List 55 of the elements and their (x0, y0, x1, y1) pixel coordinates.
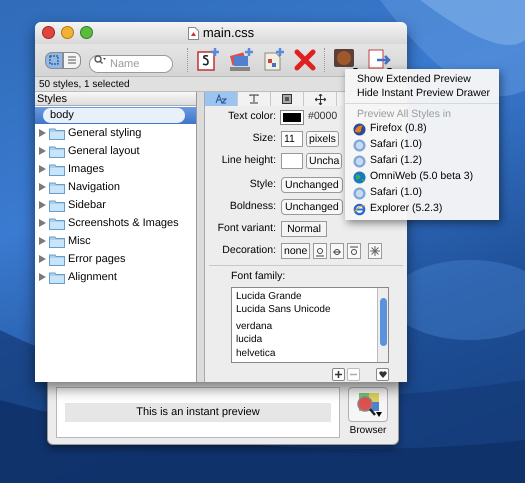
color-value: #0000 (308, 109, 338, 124)
field-label: Decoration: (221, 243, 277, 258)
field-label: Size: (252, 131, 277, 146)
style-item[interactable]: body (43, 108, 185, 123)
menu-item[interactable]: Safari (1.0) (345, 185, 499, 201)
folder-row[interactable]: Misc (35, 232, 196, 250)
folder-label: Sidebar (68, 198, 106, 213)
folder-row[interactable]: General layout (35, 142, 196, 160)
font-family-item[interactable]: helvetica (236, 346, 373, 360)
folder-label: Images (68, 162, 104, 177)
field-label: Boldness: (228, 199, 277, 214)
folder-label: Screenshots & Images (68, 216, 179, 231)
boldness-popup[interactable]: Unchanged (281, 199, 343, 215)
menu-item[interactable]: OmniWeb (5.0 beta 3) (345, 169, 499, 185)
folder-label: Misc (68, 234, 91, 249)
folder-label: Error pages (68, 252, 126, 267)
size-field[interactable]: 11 (281, 131, 303, 147)
font-family-item[interactable]: verdana (236, 320, 373, 334)
menu-item[interactable]: Hide Instant Preview Drawer (345, 86, 499, 100)
preview-text: This is an instant preview (65, 403, 331, 422)
browser-label: Browser (350, 424, 386, 438)
font-family-item[interactable]: Lucida Grande (236, 290, 373, 304)
field-label: Font variant: (216, 221, 277, 236)
styles-header: Styles (35, 92, 196, 106)
menu-item[interactable]: Safari (1.2) (345, 153, 499, 169)
folder-label: General layout (68, 144, 140, 159)
folder-row[interactable]: Alignment (35, 268, 196, 286)
folder-row[interactable]: Images (35, 160, 196, 178)
menu-section-header: Preview All Styles in (356, 107, 452, 121)
folder-row[interactable]: Navigation (35, 178, 196, 196)
folder-label: Navigation (68, 180, 120, 195)
field-label: Line height: (220, 153, 277, 168)
menu-item[interactable]: Show Extended Preview (345, 72, 499, 86)
field-label: Text color: (227, 109, 277, 124)
unit-popup[interactable]: Uncha (306, 153, 342, 169)
field-label: Style: (248, 177, 277, 192)
folder-row[interactable]: Sidebar (35, 196, 196, 214)
normal-toggle[interactable]: Normal (281, 221, 327, 237)
style-popup[interactable]: Unchanged (281, 177, 343, 193)
search-field[interactable]: Name (89, 55, 173, 73)
folder-row[interactable]: Error pages (35, 250, 196, 268)
font-family-item[interactable]: Lucida Sans Unicode (236, 303, 373, 317)
folder-row[interactable]: General styling (35, 124, 196, 142)
menu-item[interactable]: Firefox (0.8) (345, 121, 499, 137)
font-family-label: Font family: (231, 269, 286, 284)
folder-row[interactable]: Screenshots & Images (35, 214, 196, 232)
window-title: main.css (202, 24, 254, 42)
none-toggle[interactable]: none (281, 243, 310, 259)
folder-label: General styling (68, 126, 142, 141)
status-text: 50 styles, 1 selected (39, 78, 130, 92)
menu-item[interactable]: Safari (1.0) (345, 137, 499, 153)
font-family-item[interactable]: lucida (236, 333, 373, 347)
folder-label: Alignment (68, 270, 117, 285)
unit-popup[interactable]: pixels (306, 131, 339, 147)
menu-item[interactable]: Explorer (5.2.3) (345, 201, 499, 217)
